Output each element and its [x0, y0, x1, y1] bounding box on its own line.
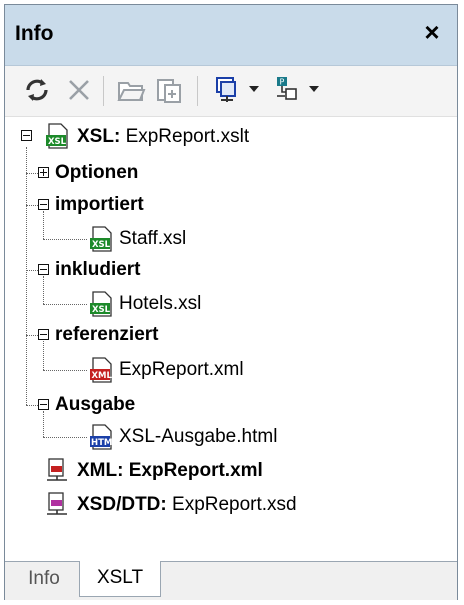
- tree-connector: [43, 304, 87, 305]
- tree-connector: [26, 205, 38, 206]
- tree-item-xsd-dtd[interactable]: XSD/DTD: ExpReport.xsd: [77, 493, 297, 517]
- tree-connector: [26, 270, 38, 271]
- tree-connector: [26, 147, 27, 405]
- panel-titlebar: Info ×: [5, 5, 457, 66]
- tree-connector: [26, 335, 38, 336]
- svg-text:XSL: XSL: [92, 240, 111, 250]
- xml-file: ExpReport.xml: [128, 460, 263, 481]
- tree-item-referenziert[interactable]: referenziert: [55, 323, 159, 347]
- tree-connector: [43, 276, 44, 304]
- xsl-file-icon: XSL: [45, 123, 71, 149]
- open-file-alt-icon[interactable]: [153, 74, 185, 106]
- assign-dropdown-icon[interactable]: [249, 86, 259, 92]
- panel-title: Info: [15, 22, 54, 45]
- toolbar: P: [5, 66, 457, 117]
- svg-text:XSL: XSL: [48, 137, 67, 147]
- svg-text:P: P: [280, 78, 285, 87]
- tree-item-hotels-xsl[interactable]: Hotels.xsl: [119, 292, 201, 316]
- collapse-toggle[interactable]: [38, 264, 49, 275]
- svg-text:HTM: HTM: [91, 438, 112, 448]
- xsd-assign-icon: [45, 491, 71, 517]
- close-icon[interactable]: ×: [419, 19, 445, 45]
- tree-connector: [43, 370, 87, 371]
- tree-connector: [26, 173, 38, 174]
- info-panel: Info × P XSL XSL: ExpReport.xslt Optione…: [4, 4, 458, 600]
- collapse-toggle[interactable]: [38, 199, 49, 210]
- tree-connector: [26, 405, 38, 406]
- tree-item-inkludiert[interactable]: inkludiert: [55, 258, 141, 282]
- collapse-toggle[interactable]: [21, 130, 32, 141]
- xml-file-icon: XML: [89, 357, 115, 383]
- tree-connector: [43, 239, 87, 240]
- xsl-file-icon: XSL: [89, 226, 115, 252]
- delete-icon[interactable]: [63, 74, 95, 106]
- xslt-tree: XSL XSL: ExpReport.xslt Optionen importi…: [5, 117, 457, 557]
- structure-dropdown-icon[interactable]: [309, 86, 319, 92]
- tree-item-xsl-ausgabe-html[interactable]: XSL-Ausgabe.html: [119, 425, 277, 449]
- toolbar-separator: [103, 76, 104, 106]
- root-prefix: XSL:: [77, 126, 121, 147]
- expand-toggle[interactable]: [38, 167, 49, 178]
- xml-assign-icon: [45, 457, 71, 483]
- tree-item-xml[interactable]: XML: ExpReport.xml: [77, 459, 263, 483]
- tree-item-importiert[interactable]: importiert: [55, 193, 144, 217]
- tab-xslt[interactable]: XSLT: [79, 561, 161, 597]
- html-file-icon: HTM: [89, 424, 115, 450]
- tree-connector: [43, 411, 44, 437]
- tree-item-optionen[interactable]: Optionen: [55, 161, 138, 185]
- tab-info[interactable]: Info: [13, 562, 75, 596]
- xsd-file: ExpReport.xsd: [172, 494, 297, 515]
- xml-prefix: XML:: [77, 460, 124, 481]
- root-file: ExpReport.xslt: [125, 126, 250, 147]
- xsl-file-icon: XSL: [89, 291, 115, 317]
- tree-item-staff-xsl[interactable]: Staff.xsl: [119, 227, 186, 251]
- tree-root-xsl[interactable]: XSL: ExpReport.xslt: [77, 125, 249, 149]
- toolbar-separator: [197, 76, 198, 106]
- tree-item-ausgabe[interactable]: Ausgabe: [55, 393, 135, 417]
- xsd-prefix: XSD/DTD:: [77, 494, 167, 515]
- structure-icon[interactable]: P: [271, 74, 303, 106]
- collapse-toggle[interactable]: [38, 399, 49, 410]
- tree-connector: [43, 437, 87, 438]
- svg-text:XSL: XSL: [92, 305, 111, 315]
- collapse-toggle[interactable]: [38, 329, 49, 340]
- open-file-icon[interactable]: [115, 74, 147, 106]
- refresh-icon[interactable]: [21, 74, 53, 106]
- tree-connector: [43, 211, 44, 239]
- panel-tabs: Info XSLT: [5, 561, 457, 600]
- svg-text:XML: XML: [92, 371, 113, 381]
- tree-connector: [43, 341, 44, 370]
- assign-icon[interactable]: [211, 74, 243, 106]
- tree-item-expreport-xml[interactable]: ExpReport.xml: [119, 358, 244, 382]
